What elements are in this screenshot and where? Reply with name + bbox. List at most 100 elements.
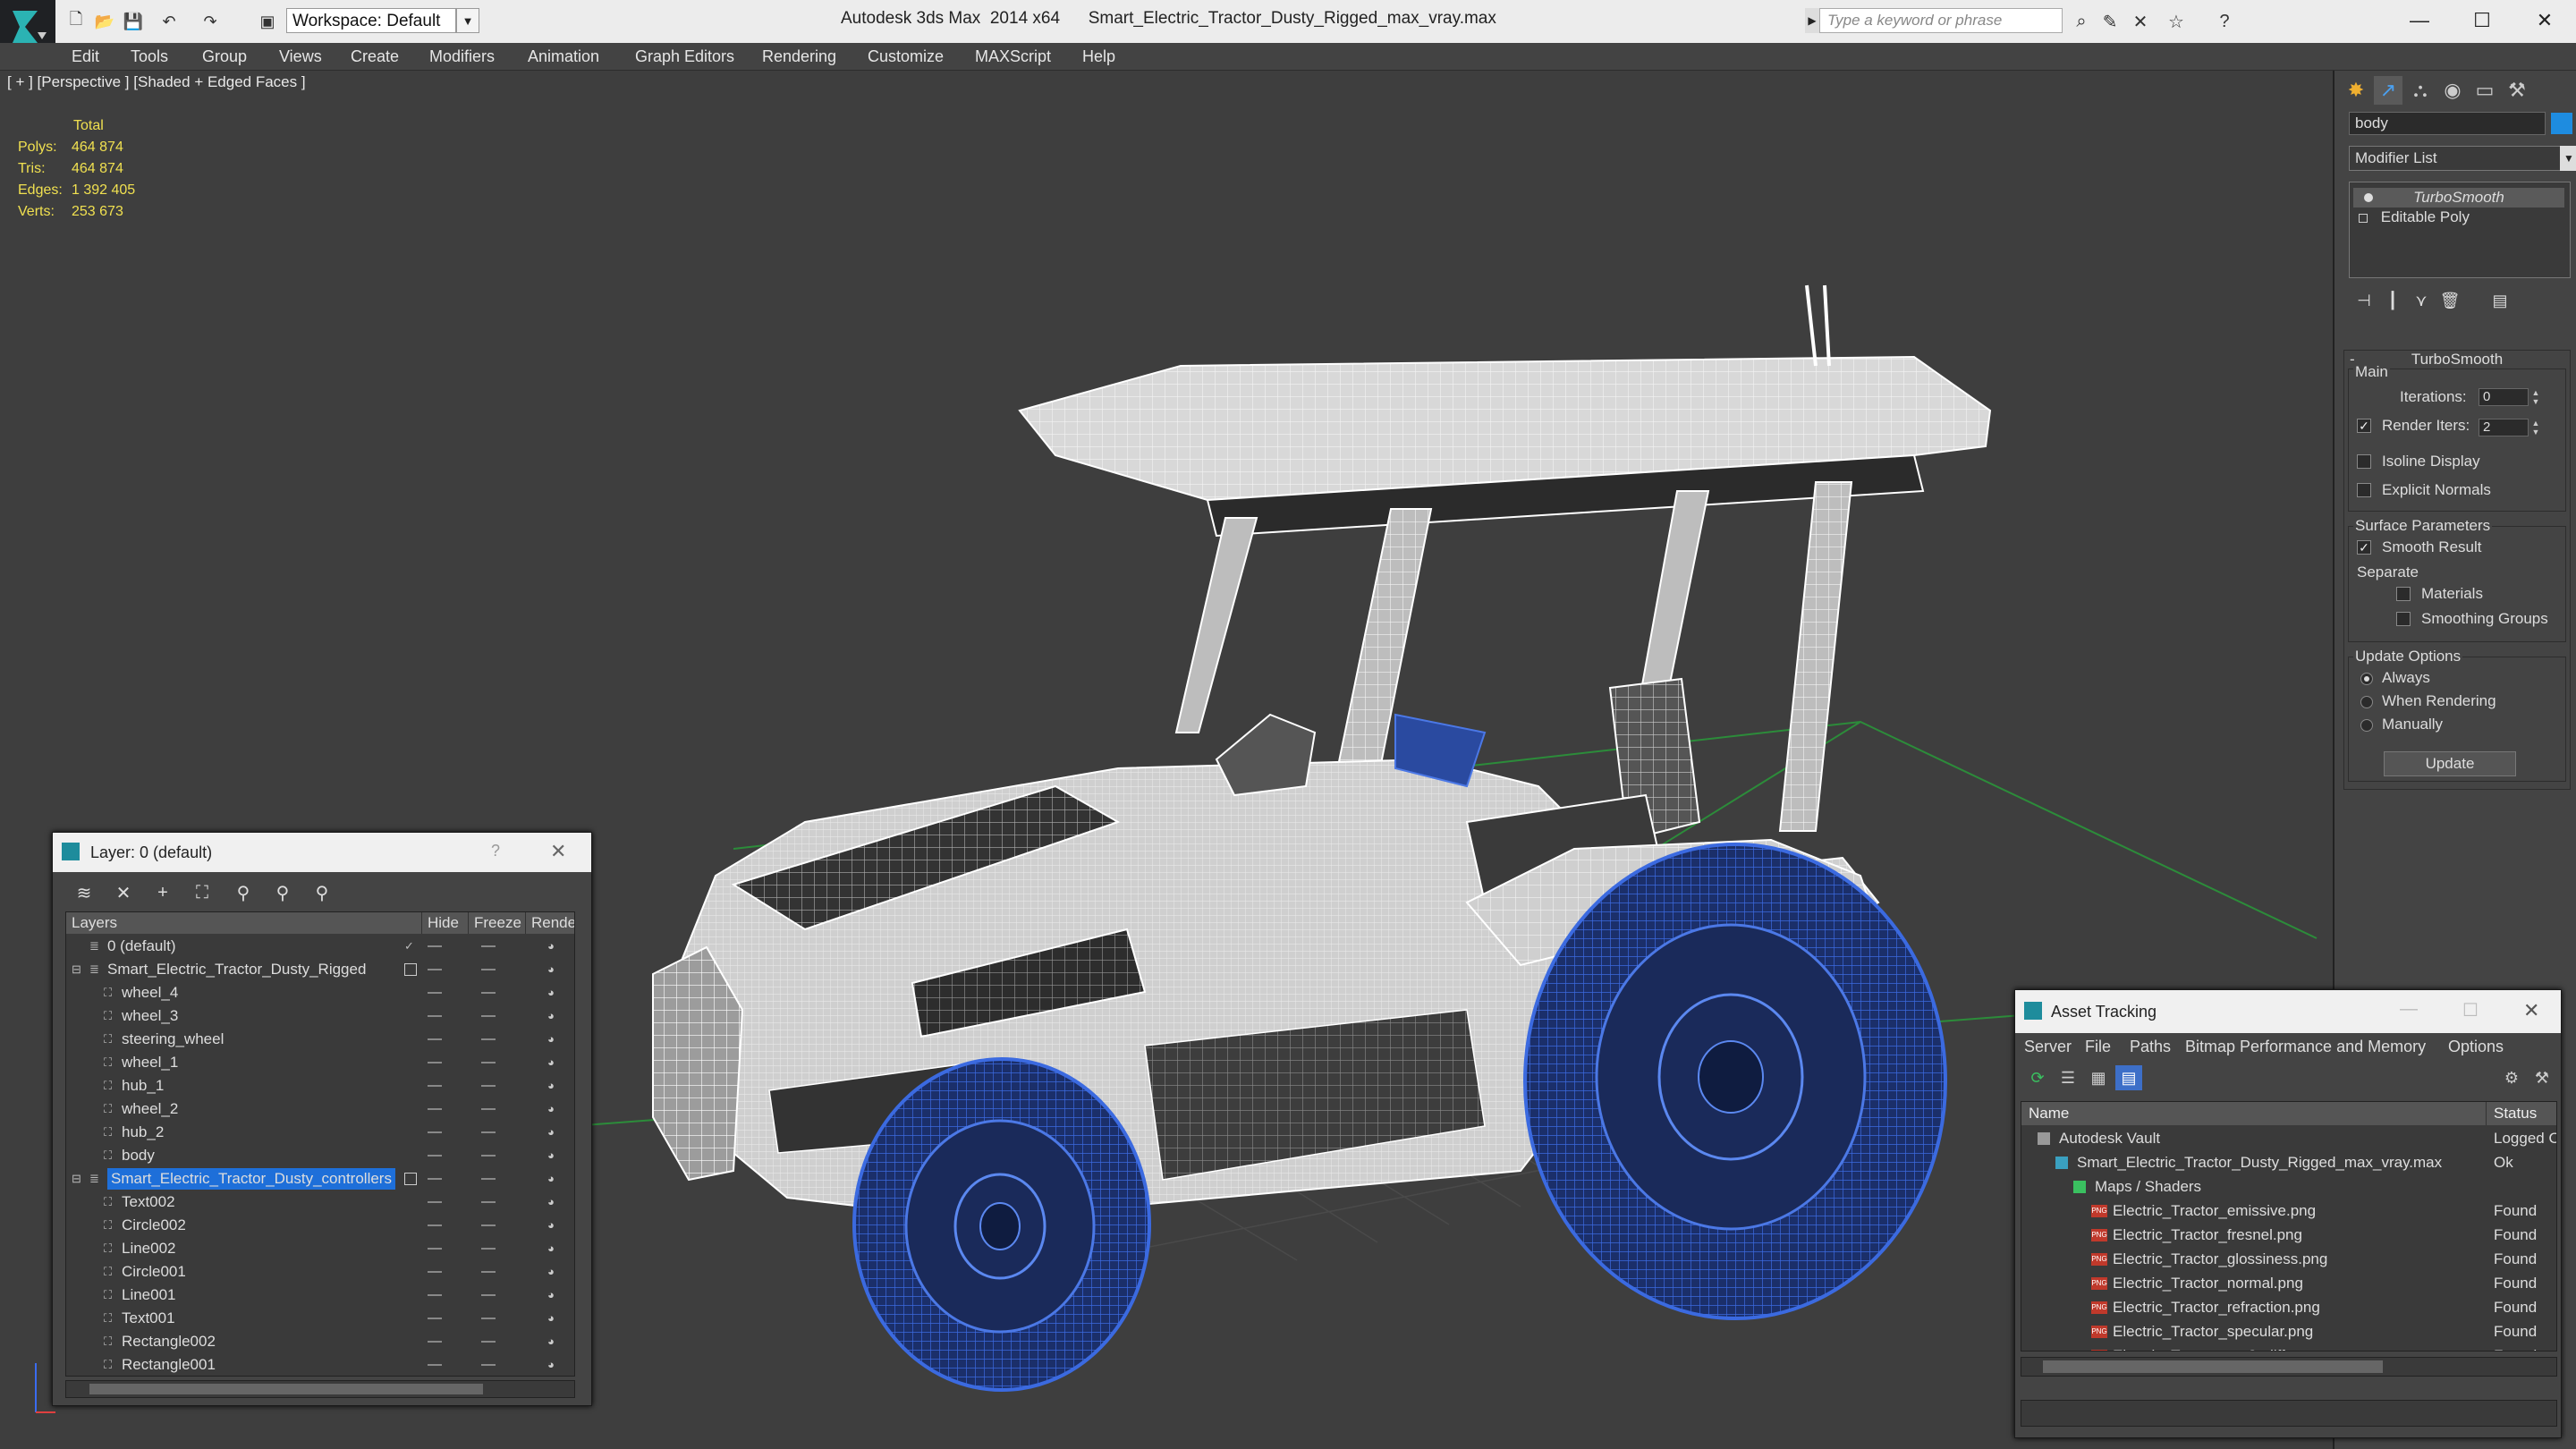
hide-toggle-icon[interactable] (428, 1108, 442, 1110)
layer-object-row[interactable]: ⛶ wheel_4 ◕ (66, 982, 574, 1004)
stack-item-turbosmooth[interactable]: TurboSmooth (2353, 188, 2564, 208)
layer-object-row[interactable]: ⛶ hub_2 ◕ (66, 1122, 574, 1143)
minimize-window-icon[interactable]: — (2388, 4, 2451, 38)
new-file-icon[interactable]: 🗋 (64, 10, 88, 32)
asset-row[interactable]: PNG Electric_Tractor_glossiness.png Found (2021, 1248, 2556, 1271)
hide-toggle-icon[interactable] (428, 1294, 442, 1296)
asset-row[interactable]: PNG Electric_Tractor_var3_diffuse.png Foun… (2021, 1344, 2556, 1351)
layer-object-row[interactable]: ⛶ Text002 ◕ (66, 1191, 574, 1213)
asset-row[interactable]: PNG Electric_Tractor_fresnel.png Found (2021, 1224, 2556, 1247)
asset-table-scrollbar[interactable] (2021, 1357, 2557, 1377)
undo-icon[interactable]: ↶ (157, 11, 181, 32)
layer-object-row[interactable]: ⛶ Rectangle001 ◕ (66, 1354, 574, 1376)
vault-settings-icon[interactable]: ⚙ (2498, 1065, 2525, 1090)
renderable-teapot-icon[interactable]: ◕ (547, 1173, 560, 1185)
freeze-toggle-icon[interactable] (481, 1155, 496, 1157)
asset-row[interactable]: Smart_Electric_Tractor_Dusty_Rigged_max_… (2021, 1151, 2556, 1174)
freeze-toggle-icon[interactable] (481, 1201, 496, 1203)
hide-toggle-icon[interactable] (428, 1131, 442, 1133)
renderable-teapot-icon[interactable]: ◕ (547, 1266, 560, 1278)
maximize-window-icon[interactable]: ☐ (2451, 4, 2513, 38)
smooth-result-checkbox[interactable]: ✓ (2357, 540, 2371, 555)
freeze-toggle-icon[interactable] (481, 1038, 496, 1040)
renderable-teapot-icon[interactable]: ◕ (547, 1359, 560, 1371)
menu-tools[interactable]: Tools (131, 43, 168, 70)
current-layer-checkmark-icon[interactable]: ✓ (404, 940, 417, 953)
hide-toggle-icon[interactable] (428, 1224, 442, 1226)
renderable-teapot-icon[interactable]: ◕ (547, 1289, 560, 1301)
hide-toggle-icon[interactable] (428, 945, 442, 947)
motion-tab-icon[interactable]: ◉ (2438, 76, 2467, 105)
hide-toggle-icon[interactable] (428, 1271, 442, 1273)
menu-graph-editors[interactable]: Graph Editors (635, 43, 734, 70)
utilities-tab-icon[interactable]: ⚒ (2503, 76, 2531, 105)
freeze-toggle-icon[interactable] (481, 1248, 496, 1250)
renderable-teapot-icon[interactable]: ◕ (547, 1312, 560, 1325)
hide-toggle-icon[interactable] (428, 1062, 442, 1063)
layer-object-row[interactable]: ⛶ Rectangle002 ◕ (66, 1331, 574, 1352)
favorites-star-icon[interactable]: ☆ (2165, 10, 2188, 33)
menu-maxscript[interactable]: MAXScript (975, 43, 1051, 70)
hide-toggle-icon[interactable] (428, 1201, 442, 1203)
asset-menu-bitmap-performance[interactable]: Bitmap Performance and Memory (2185, 1033, 2426, 1060)
configure-sets-icon[interactable]: ▤ (2487, 289, 2513, 312)
asset-menu-paths[interactable]: Paths (2130, 1033, 2171, 1060)
update-button[interactable]: Update (2384, 751, 2516, 776)
menu-help[interactable]: Help (1082, 43, 1115, 70)
chevron-down-icon[interactable]: ▼ (2560, 146, 2576, 171)
renderable-teapot-icon[interactable]: ◕ (547, 1033, 560, 1046)
layer-object-row[interactable]: ⛶ Circle002 ◕ (66, 1215, 574, 1236)
column-layers[interactable]: Layers (66, 912, 422, 934)
open-file-icon[interactable]: 📂 (93, 11, 116, 32)
new-layer-icon[interactable]: ≋ (69, 879, 99, 906)
asset-menu-options[interactable]: Options (2448, 1033, 2504, 1060)
refresh-icon[interactable]: ⟳ (2024, 1065, 2051, 1090)
scrollbar-thumb[interactable] (89, 1384, 483, 1394)
hide-toggle-icon[interactable] (428, 1318, 442, 1319)
hide-toggle-icon[interactable] (428, 1248, 442, 1250)
asset-tracking-titlebar[interactable]: Asset Tracking — ☐ ✕ (2015, 990, 2561, 1033)
freeze-toggle-icon[interactable] (481, 1364, 496, 1366)
renderable-teapot-icon[interactable]: ◕ (547, 963, 560, 976)
layer-object-row[interactable]: ⛶ Circle001 ◕ (66, 1261, 574, 1283)
add-to-layer-icon[interactable]: + (148, 879, 178, 906)
stack-item-editable-poly[interactable]: Editable Poly (2353, 208, 2564, 227)
asset-menu-file[interactable]: File (2085, 1033, 2111, 1060)
hide-toggle-icon[interactable] (428, 1178, 442, 1180)
binoculars-icon[interactable]: ⌕ (2070, 10, 2093, 33)
freeze-toggle-icon[interactable] (481, 1224, 496, 1226)
chevron-down-icon[interactable]: ▼ (456, 8, 479, 33)
hide-toggle-icon[interactable] (428, 1155, 442, 1157)
freeze-toggle-icon[interactable] (481, 1341, 496, 1343)
display-tab-icon[interactable]: ▭ (2470, 76, 2499, 105)
layer-object-row[interactable]: ⛶ Line002 ◕ (66, 1238, 574, 1259)
scrollbar-thumb[interactable] (2043, 1360, 2383, 1373)
menu-customize[interactable]: Customize (868, 43, 944, 70)
menu-group[interactable]: Group (202, 43, 247, 70)
delete-layer-icon[interactable]: ✕ (108, 879, 139, 906)
set-current-layer-checkbox[interactable] (404, 1173, 417, 1185)
menu-create[interactable]: Create (351, 43, 399, 70)
renderable-teapot-icon[interactable]: ◕ (547, 1149, 560, 1162)
column-name[interactable]: Name (2021, 1102, 2487, 1125)
hide-toggle-icon[interactable] (428, 1015, 442, 1017)
column-hide[interactable]: Hide (422, 912, 469, 934)
column-status[interactable]: Status (2487, 1102, 2556, 1125)
freeze-toggle-icon[interactable] (481, 1085, 496, 1087)
show-end-result-icon[interactable]: ┃ (2379, 289, 2406, 312)
hide-toggle-icon[interactable] (428, 992, 442, 994)
separate-materials-checkbox[interactable] (2396, 587, 2411, 601)
freeze-all-layers-icon[interactable]: ⚲ (307, 879, 337, 906)
renderable-teapot-icon[interactable]: ◕ (547, 1056, 560, 1069)
isoline-display-checkbox[interactable] (2357, 454, 2371, 469)
menu-edit[interactable]: Edit (72, 43, 99, 70)
freeze-toggle-icon[interactable] (481, 1108, 496, 1110)
remove-modifier-icon[interactable]: 🗑 (2436, 289, 2463, 312)
iterations-spinner[interactable]: 0 (2479, 388, 2529, 406)
freeze-toggle-icon[interactable] (481, 1015, 496, 1017)
layer-object-row[interactable]: ⛶ hub_1 ◕ (66, 1075, 574, 1097)
update-always-radio[interactable] (2360, 673, 2373, 685)
asset-row[interactable]: Autodesk Vault Logged O (2021, 1127, 2556, 1150)
hide-toggle-icon[interactable] (428, 969, 442, 970)
lightbulb-icon[interactable] (2364, 193, 2373, 202)
